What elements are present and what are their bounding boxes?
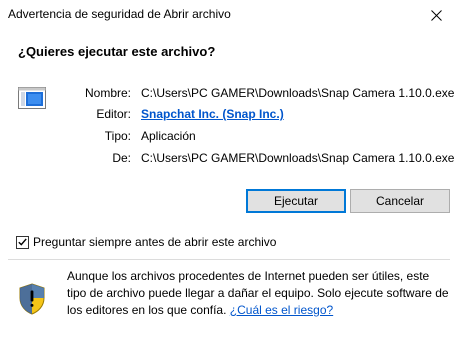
warning-line-2: tipo de archivo puede llegar a dañar el … [67,286,449,300]
publisher-link[interactable]: Snapchat Inc. (Snap Inc.) [141,107,284,121]
shield-warning-icon [19,283,45,315]
name-label: Nombre: [84,86,131,100]
title-bar: Advertencia de seguridad de Abrir archiv… [0,0,458,30]
always-ask-label[interactable]: Preguntar siempre antes de abrir este ar… [33,235,276,249]
run-button[interactable]: Ejecutar [246,189,346,213]
checkmark-icon [18,238,27,246]
window-title: Advertencia de seguridad de Abrir archiv… [8,7,231,21]
warning-text: Aunque los archivos procedentes de Inter… [67,268,449,319]
always-ask-checkbox[interactable] [16,235,29,249]
close-button[interactable] [414,0,458,30]
from-label: De: [112,151,131,165]
warning-line-1: Aunque los archivos procedentes de Inter… [67,269,430,283]
from-value: C:\Users\PC GAMER\Downloads\Snap Camera … [141,151,455,165]
warning-line-3: los editores en los que confía. ¿Cuál es… [67,302,447,319]
dialog-question: ¿Quieres ejecutar este archivo? [18,44,216,59]
publisher-label: Editor: [96,107,131,121]
security-warning-dialog: Advertencia de seguridad de Abrir archiv… [0,0,458,344]
type-label: Tipo: [104,129,131,143]
type-value: Aplicación [141,129,196,143]
name-value: C:\Users\PC GAMER\Downloads\Snap Camera … [141,86,455,100]
close-icon [430,9,442,21]
always-ask-checkbox-row[interactable]: Preguntar siempre antes de abrir este ar… [16,234,276,250]
warning-line-3-text: los editores en los que confía. [67,303,227,317]
cancel-button[interactable]: Cancelar [350,189,450,213]
risk-link[interactable]: ¿Cuál es el riesgo? [230,303,333,317]
divider [8,259,450,260]
